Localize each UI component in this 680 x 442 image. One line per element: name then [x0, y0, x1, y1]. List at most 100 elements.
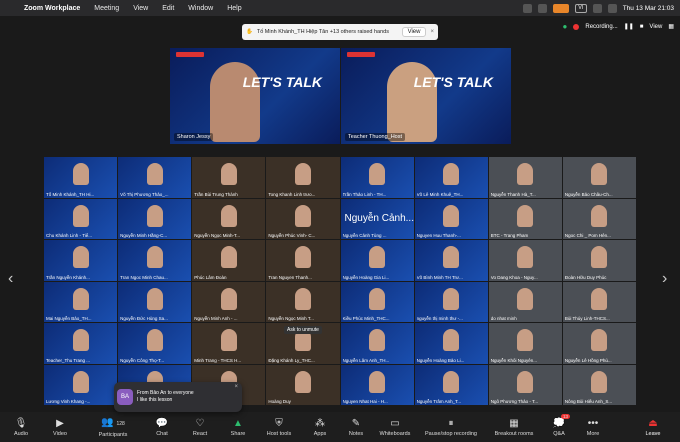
speaker-video[interactable]: LET'S TALK Sharon Jessy	[170, 48, 340, 144]
stop-icon[interactable]: ■	[640, 24, 644, 30]
participant-tile[interactable]: Nguyễn Bảo Châu-Ch...	[562, 157, 636, 198]
participant-tile[interactable]: Lương Vinh Khang -...	[44, 364, 118, 405]
participant-tile[interactable]: Ngoc Chi _ Pom Hên...	[562, 198, 636, 239]
participant-tile[interactable]: Nguyễn Ngọc Minh-T...	[192, 198, 266, 239]
chat-button[interactable]: 💬 Chat	[144, 412, 180, 442]
participant-face	[369, 329, 386, 351]
participants-button[interactable]: 👥 128 Participants	[82, 412, 144, 442]
participant-face	[146, 329, 163, 351]
participant-tile[interactable]: Nguyen Huu Thanh-...	[414, 198, 488, 239]
participant-tile[interactable]: Nguyễn Thanh Hà_T...	[488, 157, 562, 198]
participant-tile[interactable]: Nông Bùi Hiếu Anh_S...	[562, 364, 636, 405]
share-button[interactable]: ▲ Share	[220, 412, 256, 442]
participant-tile[interactable]: Nguyễn Hoàng Gia Li...	[340, 240, 414, 281]
participant-tile[interactable]: Tran Ngoc Minh Chau...	[118, 240, 192, 281]
participant-tile[interactable]: Đoàn Hữu Duy Phúc	[562, 240, 636, 281]
speaker-video[interactable]: LET'S TALK Teacher Thuong_Host	[341, 48, 511, 144]
chat-sender: From Bảo An to everyone	[137, 390, 194, 396]
participant-tile[interactable]: Võ Lê Minh Khuê_TH...	[414, 157, 488, 198]
chat-notification[interactable]: BA From Bảo An to everyone I like this l…	[114, 382, 242, 412]
participant-tile[interactable]: Tong Khanh Linh trưo...	[266, 157, 340, 198]
participant-tile[interactable]: Hoàng Duy	[266, 364, 340, 405]
menu-edit[interactable]: Edit	[162, 5, 174, 12]
participant-tile[interactable]: Nguyễn Minh Hằng-C...	[118, 198, 192, 239]
participant-tile[interactable]: Trần Thảo Linh - TH...	[340, 157, 414, 198]
view-button[interactable]: View	[649, 24, 662, 30]
menu-view[interactable]: View	[133, 5, 148, 12]
participant-face	[517, 287, 534, 310]
participant-tile[interactable]: Chu Khánh Linh - Tiể...	[44, 198, 118, 239]
recording-label[interactable]: Recording...	[585, 24, 617, 30]
recording-status-icon[interactable]	[552, 3, 569, 13]
banner-view-button[interactable]: View	[401, 27, 427, 37]
participant-tile[interactable]: Kiều Phúc Minh_THC...	[340, 281, 414, 322]
grid-icon[interactable]: ▦	[668, 23, 674, 30]
participant-tile[interactable]: Võ Thị Phương Thảo_...	[118, 157, 192, 198]
participant-tile[interactable]: Nguyễn Minh Anh - ...	[192, 281, 266, 322]
status-icon[interactable]	[522, 3, 532, 13]
participant-tile[interactable]: Tố Minh Khánh_TH Hi...	[44, 157, 118, 198]
participant-tile[interactable]: Vo Dang Khoa - Nguy...	[488, 240, 562, 281]
participant-tile[interactable]: Nguyễn Trâm Anh_T...	[414, 364, 488, 405]
notes-button[interactable]: ✎ Notes	[338, 412, 374, 442]
participant-tile[interactable]: Tran Nguyen Thanh...	[266, 240, 340, 281]
datetime[interactable]: Thu 13 Mar 21:03	[623, 5, 674, 12]
participant-tile[interactable]: Bùi Thúy Linh-THCS...	[562, 281, 636, 322]
pause-icon[interactable]: ❚❚	[624, 23, 634, 30]
participant-tile[interactable]: do nhat minh	[488, 281, 562, 322]
shield-icon[interactable]: ●	[563, 22, 568, 31]
participant-tile[interactable]: Trần Bùi Trung Thành	[192, 157, 266, 198]
participant-tile[interactable]: Nguyễn Hoàng Bảo Li...	[414, 323, 488, 364]
qa-button[interactable]: 💭 13 Q&A	[542, 412, 576, 442]
participant-tile[interactable]: Nguyễn Lâm Anh_TH...	[340, 323, 414, 364]
participant-tile[interactable]: Nguyen Nhat Hai - H...	[340, 364, 414, 405]
participant-face	[220, 287, 237, 310]
participant-tile[interactable]: Nguyễn Đức Hùng Sa...	[118, 281, 192, 322]
chat-message: I like this lesson	[137, 397, 173, 403]
participant-name: Nông Bùi Hiếu Anh_S...	[564, 399, 613, 404]
more-button[interactable]: ••• More	[576, 412, 610, 442]
menu-help[interactable]: Help	[227, 5, 241, 12]
participant-tile[interactable]: BTC - Trang Pham	[488, 198, 562, 239]
whiteboards-button[interactable]: ▭ Whiteboards	[374, 412, 416, 442]
participant-tile[interactable]: Nguyễn Lê Hồng Phú...	[562, 323, 636, 364]
search-icon[interactable]	[607, 3, 617, 13]
leave-button[interactable]: ⏏ Leave	[630, 412, 676, 442]
ask-to-unmute-button[interactable]: Ask to unmute	[284, 326, 322, 334]
app-name[interactable]: Zoom Workplace	[24, 5, 80, 12]
participant-face	[443, 287, 460, 310]
react-button[interactable]: ♡ React	[180, 412, 220, 442]
prev-page-arrow-icon[interactable]: ‹	[8, 270, 13, 288]
close-icon[interactable]: ×	[234, 384, 238, 390]
participant-tile[interactable]: Nguyễn Phúc Vinh- C...	[266, 198, 340, 239]
next-page-arrow-icon[interactable]: ›	[662, 270, 667, 288]
input-source-icon[interactable]: VI	[574, 3, 587, 13]
participant-tile[interactable]: Trần Nguyễn Khánh...	[44, 240, 118, 281]
participant-tile[interactable]: Phúc Lâm Đoàn	[192, 240, 266, 281]
banner-text: Tố Minh Khánh_TH Hiệp Tân +13 others rai…	[256, 29, 389, 35]
participant-tile[interactable]: Nguyễn Cảnh... Nguyễn Cảnh Tùng ...	[340, 198, 414, 239]
menu-meeting[interactable]: Meeting	[94, 5, 119, 12]
host-tools-button[interactable]: ⛨ Host tools	[256, 412, 302, 442]
participant-name: Ngoc Chi _ Pom Hên...	[564, 233, 611, 238]
participant-tile[interactable]: Minh Trang - THCS H...	[192, 323, 266, 364]
participant-tile[interactable]: Võ Bình Minh TH Trư...	[414, 240, 488, 281]
audio-button[interactable]: 🎙 Audio	[4, 412, 38, 442]
participant-tile[interactable]: Nguyễn Khôi Nguyên...	[488, 323, 562, 364]
pause-recording-button[interactable]: ⏸ Pause/stop recording	[416, 412, 486, 442]
breakout-rooms-button[interactable]: ▦ Breakout rooms	[486, 412, 542, 442]
participant-tile[interactable]: Mai Nguyễn Bảo_TH...	[44, 281, 118, 322]
video-button[interactable]: ▶ Video	[38, 412, 82, 442]
status-icon[interactable]	[537, 3, 547, 13]
participant-tile[interactable]: Nguyễn Ngọc Minh T...	[266, 281, 340, 322]
wifi-icon[interactable]	[592, 3, 602, 13]
apps-button[interactable]: ⁂ Apps	[302, 412, 338, 442]
menu-window[interactable]: Window	[188, 5, 213, 12]
participant-tile[interactable]: Nguyễn Công Thọ-T...	[118, 323, 192, 364]
close-icon[interactable]: ×	[430, 29, 434, 35]
participant-face	[443, 329, 460, 351]
participant-tile[interactable]: Teacher_Thu Trang ...	[44, 323, 118, 364]
participant-tile[interactable]: nguyễn thị minh thư -...	[414, 281, 488, 322]
participant-tile[interactable]: Ngô Phương Thảo - T...	[488, 364, 562, 405]
participant-name: Nguyễn Công Thọ-T...	[120, 357, 165, 363]
